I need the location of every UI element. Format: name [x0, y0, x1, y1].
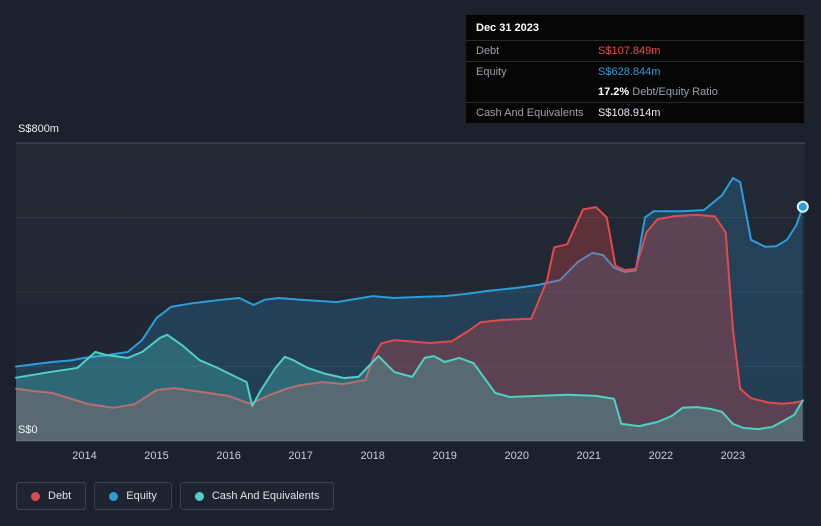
tooltip-date: Dec 31 2023 — [466, 15, 804, 41]
x-axis-tick-2018: 2018 — [360, 450, 385, 462]
tooltip-debt-value: S$107.849m — [598, 45, 661, 57]
y-axis-max-label: S$800m — [18, 123, 59, 135]
tooltip-ratio-label: Debt/Equity Ratio — [632, 86, 718, 98]
tooltip-equity-row: Equity S$628.844m — [466, 62, 804, 82]
legend-item-equity-label: Equity — [126, 490, 157, 502]
x-axis-tick-2017: 2017 — [288, 450, 313, 462]
tooltip-equity-label: Equity — [476, 66, 507, 78]
cash-color-dot-icon — [194, 491, 204, 501]
tooltip-cash-label: Cash And Equivalents — [476, 107, 584, 119]
x-axis-tick-2020: 2020 — [504, 450, 530, 462]
legend-item-cash-label: Cash And Equivalents — [211, 490, 320, 502]
chart-plot-area[interactable] — [15, 142, 809, 442]
legend-item-debt[interactable]: Debt — [16, 482, 87, 510]
x-axis-tick-2014: 2014 — [72, 450, 97, 462]
chart-canvas[interactable] — [15, 142, 809, 442]
tooltip-ratio-row: 17.2% Debt/Equity Ratio — [466, 82, 804, 103]
equity-color-dot-icon — [109, 491, 119, 501]
chart-legend: Debt Equity Cash And Equivalents — [16, 482, 335, 510]
x-axis-tick-2015: 2015 — [144, 450, 169, 462]
tooltip-debt-label: Debt — [476, 45, 500, 57]
chart-tooltip: Dec 31 2023 Debt S$107.849m Equity S$628… — [465, 14, 805, 124]
tooltip-cash-value: S$108.914m — [598, 107, 661, 119]
y-axis-min-label: S$0 — [18, 424, 38, 436]
x-axis-tick-2016: 2016 — [216, 450, 241, 462]
legend-item-cash[interactable]: Cash And Equivalents — [179, 482, 335, 510]
x-axis-tick-2023: 2023 — [720, 450, 746, 462]
x-axis: 2014 2015 2016 2017 2018 2019 2020 2021 2022 2023 — [16, 450, 805, 464]
tooltip-ratio-value-group: 17.2% Debt/Equity Ratio — [598, 86, 794, 98]
tooltip-equity-value: S$628.844m — [598, 66, 661, 78]
legend-item-debt-label: Debt — [48, 490, 72, 502]
legend-item-equity[interactable]: Equity — [94, 482, 172, 510]
series-end-marker — [796, 200, 809, 213]
tooltip-ratio-number: 17.2% — [598, 86, 630, 98]
x-axis-tick-2019: 2019 — [432, 450, 457, 462]
debt-color-dot-icon — [31, 491, 40, 501]
x-axis-tick-2021: 2021 — [576, 450, 602, 462]
tooltip-debt-row: Debt S$107.849m — [466, 41, 804, 62]
tooltip-cash-row: Cash And Equivalents S$108.914m — [466, 103, 804, 123]
x-axis-tick-2022: 2022 — [648, 450, 674, 462]
